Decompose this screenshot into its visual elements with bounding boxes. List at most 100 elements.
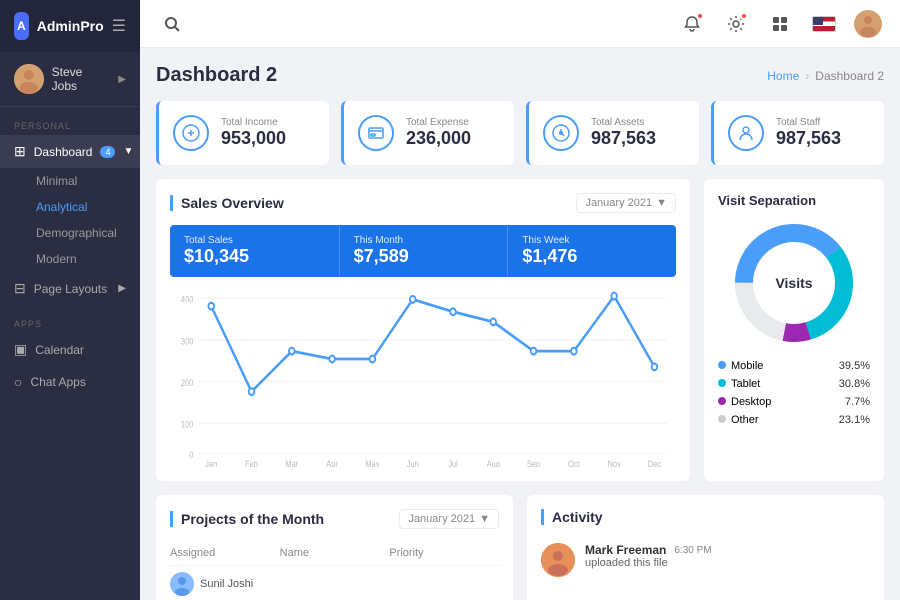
page-layouts-chevron-icon: ▶ xyxy=(118,283,126,294)
projects-date-picker[interactable]: January 2021 ▼ xyxy=(399,509,499,529)
other-label: Other xyxy=(718,414,759,426)
visit-stat-other: Other 23.1% xyxy=(718,414,870,426)
sidebar-sub-minimal[interactable]: Minimal xyxy=(0,168,140,194)
metric-value: $10,345 xyxy=(184,246,325,267)
sales-metrics: Total Sales $10,345 This Month $7,589 Th… xyxy=(170,225,676,277)
other-pct: 23.1% xyxy=(839,414,870,426)
sidebar-sub-analytical[interactable]: Analytical xyxy=(0,194,140,220)
page-header: Dashboard 2 Home › Dashboard 2 xyxy=(156,64,884,87)
svg-text:May: May xyxy=(365,459,380,467)
metric-label: This Week xyxy=(522,235,662,246)
stat-value: 953,000 xyxy=(221,128,286,149)
stat-card-assets: Total Assets 987,563 xyxy=(526,101,699,165)
bottom-row: Projects of the Month January 2021 ▼ Ass… xyxy=(156,495,884,600)
svg-text:Apr: Apr xyxy=(326,459,338,467)
income-icon xyxy=(173,115,209,151)
sidebar-sub-modern[interactable]: Modern xyxy=(0,246,140,272)
sales-title: Sales Overview xyxy=(170,195,284,211)
stat-card-staff: Total Staff 987,563 xyxy=(711,101,884,165)
chat-icon: ○ xyxy=(14,374,22,390)
main-area: Dashboard 2 Home › Dashboard 2 Total Inc… xyxy=(140,0,900,600)
desktop-label: Desktop xyxy=(718,396,771,408)
sidebar-item-page-layouts[interactable]: ⊟ Page Layouts ▶ xyxy=(0,272,140,305)
expense-icon xyxy=(358,115,394,151)
sidebar-item-dashboard[interactable]: ⊞ Dashboard 4 ▼ xyxy=(0,135,140,168)
activity-desc: uploaded this file xyxy=(585,557,712,569)
hamburger-icon[interactable]: ☰ xyxy=(112,16,126,36)
sidebar-item-label: Dashboard xyxy=(34,145,93,159)
sidebar-item-label: Chat Apps xyxy=(30,375,85,389)
col-assigned: Assigned xyxy=(170,547,280,559)
settings-badge xyxy=(740,12,748,20)
metric-label: Total Sales xyxy=(184,235,325,246)
calendar-icon: ▣ xyxy=(14,341,27,358)
user-avatar-icon[interactable] xyxy=(852,8,884,40)
content-area: Dashboard 2 Home › Dashboard 2 Total Inc… xyxy=(140,48,900,600)
dashboard-chevron-icon: ▼ xyxy=(123,146,133,157)
metric-label: This Month xyxy=(354,235,494,246)
svg-text:Oct: Oct xyxy=(568,459,580,467)
notification-badge xyxy=(696,12,704,20)
sidebar-item-chat[interactable]: ○ Chat Apps xyxy=(0,366,140,398)
svg-text:300: 300 xyxy=(181,337,194,347)
metric-value: $7,589 xyxy=(354,246,494,267)
stat-value: 236,000 xyxy=(406,128,471,149)
projects-header: Projects of the Month January 2021 ▼ xyxy=(170,509,499,529)
stat-cards: Total Income 953,000 Total Expense 236,0… xyxy=(156,101,884,165)
sidebar-sub-demographical[interactable]: Demographical xyxy=(0,220,140,246)
metric-this-month: This Month $7,589 xyxy=(339,225,508,277)
svg-text:200: 200 xyxy=(181,378,194,388)
stat-info-income: Total Income 953,000 xyxy=(221,117,286,149)
sales-overview-card: Sales Overview January 2021 ▼ Total Sale… xyxy=(156,179,690,481)
date-chevron-icon: ▼ xyxy=(656,197,667,209)
sales-date: January 2021 xyxy=(585,197,652,209)
metric-value: $1,476 xyxy=(522,246,662,267)
stat-card-expense: Total Expense 236,000 xyxy=(341,101,514,165)
breadcrumb-separator: › xyxy=(805,69,809,83)
sidebar-header: A AdminPro ☰ xyxy=(0,0,140,52)
svg-text:0: 0 xyxy=(189,450,194,460)
user-profile[interactable]: Steve Jobs ▶ xyxy=(0,52,140,107)
sidebar-item-label: Page Layouts xyxy=(34,282,107,296)
projects-date: January 2021 xyxy=(408,513,475,525)
sales-date-picker[interactable]: January 2021 ▼ xyxy=(576,193,676,213)
grid-icon[interactable] xyxy=(764,8,796,40)
staff-icon xyxy=(728,115,764,151)
breadcrumb: Home › Dashboard 2 xyxy=(767,69,884,83)
dashboard-badge: 4 xyxy=(100,146,115,158)
svg-text:400: 400 xyxy=(181,295,194,305)
topbar xyxy=(140,0,900,48)
table-row: Sunil Joshi xyxy=(170,566,499,600)
breadcrumb-current: Dashboard 2 xyxy=(815,69,884,83)
flag-icon[interactable] xyxy=(808,8,840,40)
stat-label: Total Staff xyxy=(776,117,841,128)
settings-icon[interactable] xyxy=(720,8,752,40)
sidebar-item-calendar[interactable]: ▣ Calendar xyxy=(0,333,140,366)
chart-svg: 400 300 200 100 0 Jan Feb Mar Apr May Ju… xyxy=(170,287,676,467)
activity-header: Activity xyxy=(541,509,870,525)
notification-bell-icon[interactable] xyxy=(676,8,708,40)
donut-chart: Visits xyxy=(718,218,870,348)
activity-item: Mark Freeman 6:30 PM uploaded this file xyxy=(541,537,870,583)
stat-value: 987,563 xyxy=(776,128,841,149)
user-chevron-icon: ▶ xyxy=(118,74,126,85)
stat-card-income: Total Income 953,000 xyxy=(156,101,329,165)
mobile-label: Mobile xyxy=(718,360,763,372)
section-label-personal: PERSONAL xyxy=(0,107,140,135)
svg-text:Feb: Feb xyxy=(245,459,258,467)
breadcrumb-home[interactable]: Home xyxy=(767,69,799,83)
section-label-apps: APPS xyxy=(0,305,140,333)
search-button[interactable] xyxy=(156,8,188,40)
visit-stat-tablet: Tablet 30.8% xyxy=(718,378,870,390)
stat-info-expense: Total Expense 236,000 xyxy=(406,117,471,149)
desktop-pct: 7.7% xyxy=(845,396,870,408)
projects-table-header: Assigned Name Priority xyxy=(170,541,499,566)
activity-name: Mark Freeman xyxy=(585,543,666,557)
visit-stat-desktop: Desktop 7.7% xyxy=(718,396,870,408)
sales-chart: 400 300 200 100 0 Jan Feb Mar Apr May Ju… xyxy=(170,287,676,467)
sidebar-item-label: Calendar xyxy=(35,343,84,357)
svg-text:Nov: Nov xyxy=(608,459,622,467)
user-name: Steve Jobs xyxy=(52,65,111,93)
stat-info-staff: Total Staff 987,563 xyxy=(776,117,841,149)
mobile-pct: 39.5% xyxy=(839,360,870,372)
